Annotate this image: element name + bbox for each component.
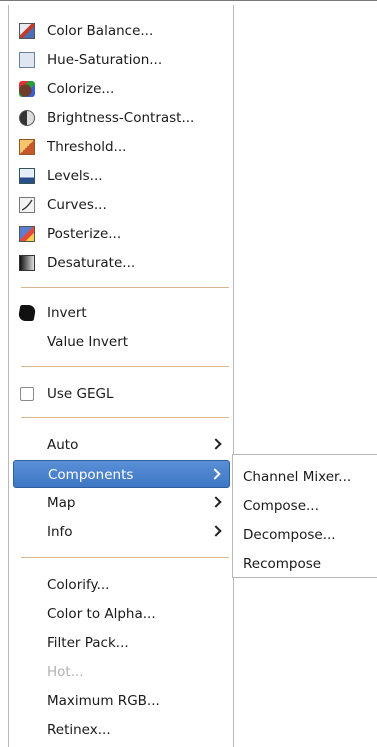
window-top-edge bbox=[0, 0, 377, 1]
menu-item-components[interactable]: Components bbox=[13, 460, 230, 488]
threshold-icon bbox=[19, 139, 35, 155]
menu-item-label: Use GEGL bbox=[47, 386, 114, 402]
menu-item-color-balance[interactable]: Color Balance... bbox=[13, 17, 230, 45]
menu-separator bbox=[21, 287, 229, 288]
menu-item-info[interactable]: Info bbox=[13, 518, 230, 546]
menu-item-label: Levels... bbox=[47, 168, 103, 184]
menu-item-auto[interactable]: Auto bbox=[13, 431, 230, 459]
menu-item-label: Maximum RGB... bbox=[47, 693, 160, 709]
submenu-item-compose[interactable]: Compose... bbox=[243, 494, 319, 518]
menu-item-label: Colorify... bbox=[47, 577, 110, 593]
menu-item-invert[interactable]: Invert bbox=[13, 299, 230, 327]
menu-item-hue-saturation[interactable]: Hue-Saturation... bbox=[13, 46, 230, 74]
hue-saturation-icon bbox=[19, 52, 35, 68]
menu-item-label: Colorize... bbox=[47, 81, 115, 97]
menu-item-label: Color Balance... bbox=[47, 23, 154, 39]
colors-menu: Color Balance... Hue-Saturation... Color… bbox=[8, 5, 234, 747]
menu-item-threshold[interactable]: Threshold... bbox=[13, 133, 230, 161]
menu-item-label: Retinex... bbox=[47, 722, 111, 738]
components-submenu: Channel Mixer... Compose... Decompose...… bbox=[232, 454, 377, 578]
menu-item-colorize[interactable]: Colorize... bbox=[13, 75, 230, 103]
menu-item-label: Color to Alpha... bbox=[47, 606, 156, 622]
menu-item-curves[interactable]: Curves... bbox=[13, 191, 230, 219]
menu-item-label: Value Invert bbox=[47, 334, 129, 350]
menu-item-value-invert[interactable]: Value Invert bbox=[13, 328, 230, 356]
submenu-item-channel-mixer[interactable]: Channel Mixer... bbox=[243, 465, 351, 489]
menu-item-label: Components bbox=[48, 467, 134, 483]
menu-separator bbox=[21, 417, 229, 418]
menu-separator bbox=[21, 557, 229, 558]
color-balance-icon bbox=[19, 23, 35, 39]
menu-item-filter-pack[interactable]: Filter Pack... bbox=[13, 629, 230, 657]
menu-item-label: Info bbox=[47, 524, 73, 540]
curves-icon bbox=[19, 197, 35, 213]
menu-item-label: Hot... bbox=[47, 664, 84, 680]
menu-item-map[interactable]: Map bbox=[13, 489, 230, 517]
menu-item-label: Brightness-Contrast... bbox=[47, 110, 195, 126]
menu-item-retinex[interactable]: Retinex... bbox=[13, 716, 230, 744]
chevron-right-icon bbox=[210, 525, 222, 537]
use-gegl-checkbox[interactable] bbox=[20, 387, 34, 401]
menu-item-posterize[interactable]: Posterize... bbox=[13, 220, 230, 248]
menu-item-color-to-alpha[interactable]: Color to Alpha... bbox=[13, 600, 230, 628]
menu-item-label: Desaturate... bbox=[47, 255, 136, 271]
menu-item-label: Curves... bbox=[47, 197, 107, 213]
menu-item-label: Map bbox=[47, 495, 76, 511]
menu-item-label: Threshold... bbox=[47, 139, 127, 155]
menu-item-brightness-contrast[interactable]: Brightness-Contrast... bbox=[13, 104, 230, 132]
menu-item-label: Posterize... bbox=[47, 226, 122, 242]
chevron-right-icon bbox=[210, 438, 222, 450]
menu-item-hot: Hot... bbox=[13, 658, 230, 686]
menu-item-use-gegl[interactable]: Use GEGL bbox=[13, 380, 230, 408]
desaturate-icon bbox=[19, 255, 35, 271]
menu-item-levels[interactable]: Levels... bbox=[13, 162, 230, 190]
menu-item-label: Hue-Saturation... bbox=[47, 52, 163, 68]
menu-item-label: Filter Pack... bbox=[47, 635, 129, 651]
levels-icon bbox=[19, 168, 35, 184]
submenu-item-recompose[interactable]: Recompose bbox=[243, 552, 321, 576]
menu-item-colorify[interactable]: Colorify... bbox=[13, 571, 230, 599]
menu-item-maximum-rgb[interactable]: Maximum RGB... bbox=[13, 687, 230, 715]
menu-item-label: Invert bbox=[47, 305, 87, 321]
chevron-right-icon bbox=[210, 496, 222, 508]
menu-item-label: Auto bbox=[47, 437, 79, 453]
menu-separator bbox=[21, 366, 229, 367]
invert-icon bbox=[17, 305, 37, 321]
menu-item-desaturate[interactable]: Desaturate... bbox=[13, 249, 230, 277]
brightness-contrast-icon bbox=[19, 110, 35, 126]
posterize-icon bbox=[19, 226, 35, 242]
submenu-item-decompose[interactable]: Decompose... bbox=[243, 523, 336, 547]
chevron-right-icon bbox=[209, 468, 221, 480]
colorize-icon bbox=[19, 81, 35, 97]
